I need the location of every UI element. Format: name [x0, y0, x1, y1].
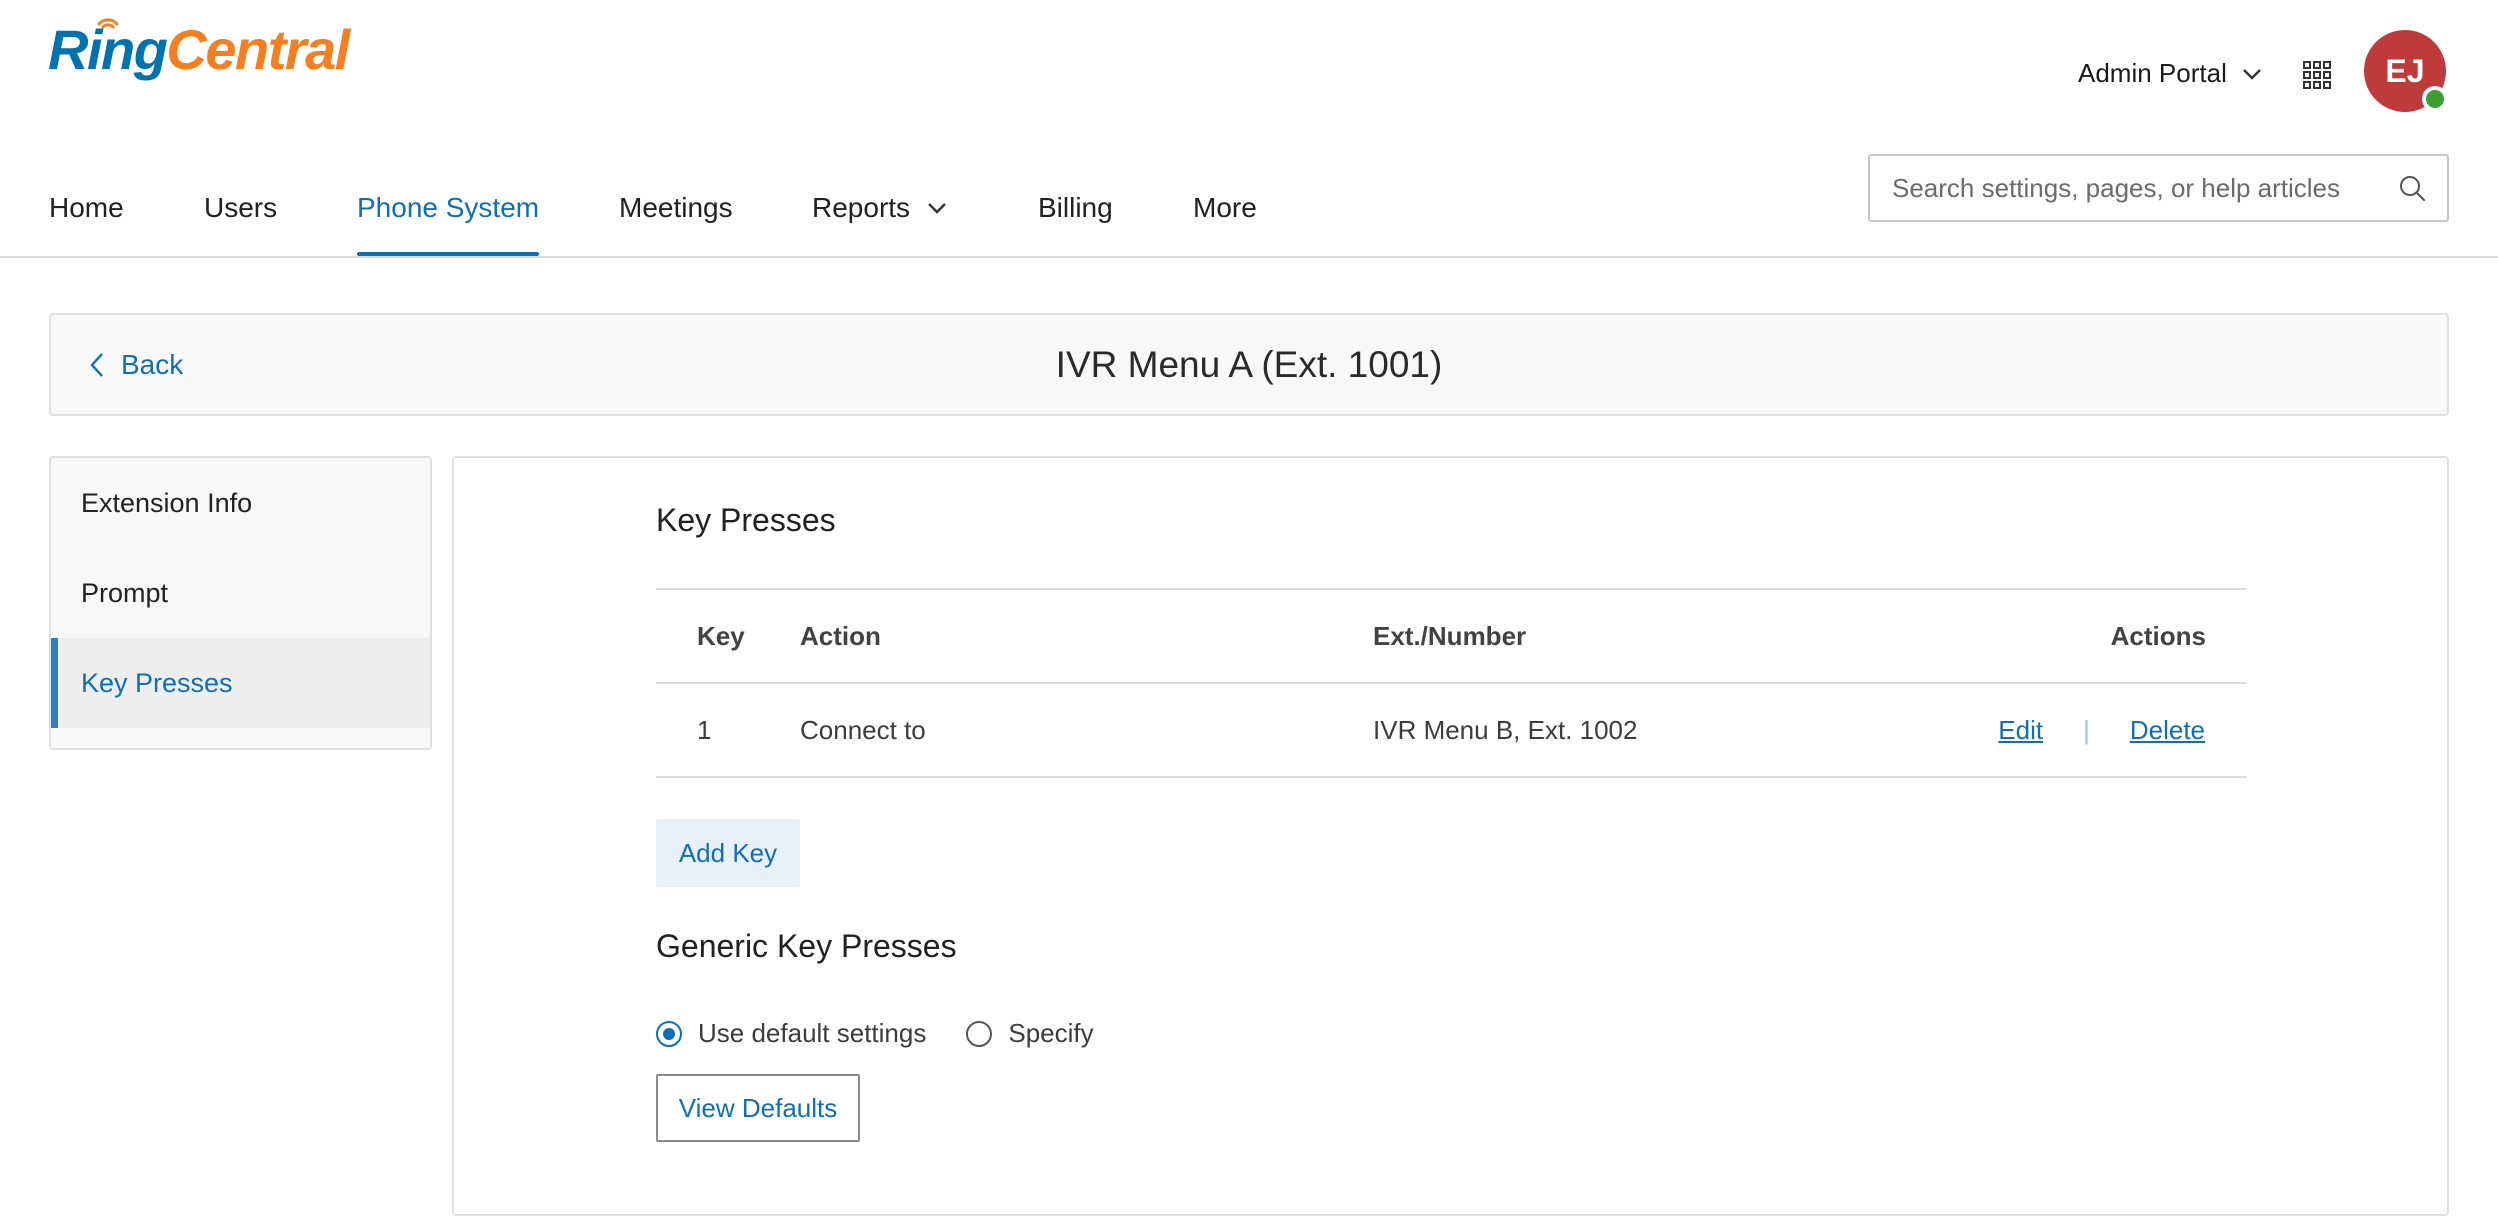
sidebar-item-prompt[interactable]: Prompt	[51, 548, 430, 638]
nav-home[interactable]: Home	[49, 160, 124, 256]
avatar-initials: EJ	[2385, 52, 2425, 89]
back-label: Back	[121, 348, 184, 380]
back-button[interactable]: Back	[89, 315, 183, 414]
logo-text-central: Central	[166, 18, 350, 81]
column-header-key: Key	[697, 620, 745, 651]
search-box[interactable]	[1868, 154, 2449, 222]
nav-label: Billing	[1038, 192, 1113, 223]
table-header-row: Key Action Ext./Number Actions	[656, 590, 2247, 684]
view-defaults-button[interactable]: View Defaults	[656, 1074, 860, 1142]
edit-link[interactable]: Edit	[1998, 715, 2043, 746]
column-header-ext-number: Ext./Number	[1373, 620, 1527, 651]
column-header-action: Action	[800, 620, 881, 651]
table-row: 1 Connect to IVR Menu B, Ext. 1002 Edit …	[656, 684, 2247, 778]
nav-label: Home	[49, 192, 124, 223]
chevron-down-icon	[2242, 68, 2261, 80]
generic-key-presses-options: Use default settings Specify	[656, 1018, 1094, 1049]
nav-meetings[interactable]: Meetings	[619, 160, 733, 256]
search-icon[interactable]	[2397, 173, 2427, 203]
row-actions: Edit | Delete	[1998, 684, 2205, 776]
nav-users[interactable]: Users	[204, 160, 277, 256]
radio-button[interactable]	[966, 1020, 993, 1047]
sidebar-item-extension-info[interactable]: Extension Info	[51, 458, 430, 548]
generic-key-presses-heading: Generic Key Presses	[656, 928, 957, 964]
row-key: 1	[697, 714, 712, 745]
column-header-actions: Actions	[2110, 620, 2206, 651]
use-default-settings-option[interactable]: Use default settings	[656, 1018, 926, 1049]
nav-label: Reports	[812, 192, 911, 223]
add-key-button[interactable]: Add Key	[656, 819, 800, 887]
nav-billing[interactable]: Billing	[1038, 160, 1113, 256]
presence-status-icon	[2422, 86, 2448, 112]
header-divider	[0, 256, 2498, 258]
sidebar-item-label: Prompt	[81, 577, 169, 608]
nav-label: Phone System	[357, 192, 540, 223]
sidebar-item-label: Key Presses	[81, 667, 233, 698]
content-panel: Key Presses Key Action Ext./Number Actio…	[452, 456, 2449, 1216]
key-presses-table: Key Action Ext./Number Actions 1 Connect…	[656, 588, 2247, 778]
search-input[interactable]	[1890, 171, 2397, 205]
option-label: Specify	[1008, 1018, 1094, 1048]
row-action: Connect to	[800, 714, 926, 745]
chevron-left-icon	[90, 352, 103, 377]
nav-label: Meetings	[619, 192, 733, 223]
ringcentral-logo[interactable]: RingCentral	[48, 18, 350, 78]
grid-icon[interactable]	[2302, 60, 2332, 90]
action-separator: |	[2083, 714, 2090, 745]
nav-label: Users	[204, 192, 278, 223]
sidebar-item-key-presses[interactable]: Key Presses	[51, 638, 430, 728]
radio-button-checked[interactable]	[656, 1020, 682, 1047]
nav-label: More	[1193, 192, 1257, 223]
specify-option[interactable]: Specify	[966, 1018, 1094, 1049]
nav-phone-system[interactable]: Phone System	[357, 160, 540, 256]
key-presses-heading: Key Presses	[656, 502, 836, 538]
chevron-down-icon	[928, 203, 946, 214]
admin-portal-label: Admin Portal	[2078, 58, 2227, 88]
delete-link[interactable]: Delete	[2130, 715, 2205, 746]
page-header-bar: Back IVR Menu A (Ext. 1001)	[49, 313, 2449, 416]
sidebar-item-label: Extension Info	[81, 487, 253, 518]
signal-icon	[97, 18, 119, 29]
nav-more[interactable]: More	[1193, 160, 1257, 256]
option-label: Use default settings	[698, 1018, 927, 1048]
page-title: IVR Menu A (Ext. 1001)	[1055, 343, 1443, 385]
row-ext-number: IVR Menu B, Ext. 1002	[1373, 714, 1638, 745]
nav-reports[interactable]: Reports	[812, 160, 948, 256]
settings-sidebar: Extension Info Prompt Key Presses	[49, 456, 432, 750]
admin-portal-dropdown[interactable]: Admin Portal	[2078, 58, 2263, 89]
